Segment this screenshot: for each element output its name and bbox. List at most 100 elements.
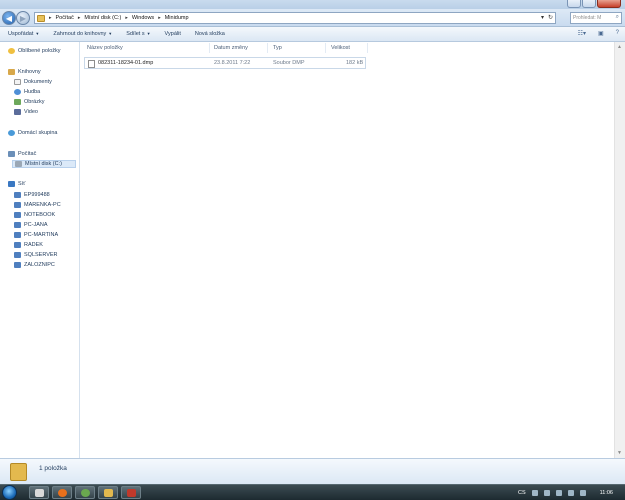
breadcrumb: ▸ Počítač ▸ Místní disk (C:) ▸ Windows ▸…	[49, 15, 189, 21]
breadcrumb-minidump[interactable]: Minidump	[165, 15, 189, 21]
maximize-button[interactable]	[582, 0, 596, 8]
navigation-bar: ◀ ▶ ▸ Počítač ▸ Místní disk (C:) ▸ Windo…	[0, 9, 625, 27]
nav-item-pictures[interactable]: Obrázky	[14, 99, 44, 105]
window-titlebar	[0, 0, 625, 9]
column-divider[interactable]	[267, 43, 268, 53]
nav-item-music[interactable]: Hudba	[14, 89, 40, 95]
chevron-right-icon: ▸	[49, 15, 52, 21]
breadcrumb-computer[interactable]: Počítač	[56, 15, 74, 21]
arrow-left-icon: ◀	[5, 13, 13, 23]
computer-icon	[8, 151, 15, 157]
network-icon[interactable]	[543, 489, 550, 496]
command-bar: Uspořádat ▼ Zahrnout do knihovny ▼ Sdílet …	[0, 27, 625, 42]
volume-icon[interactable]	[567, 489, 574, 496]
nav-item-computer[interactable]: SQLSERVER	[14, 252, 58, 258]
back-button[interactable]: ◀	[2, 11, 16, 25]
nav-item-computer[interactable]: ZALOZNIPC	[14, 262, 55, 268]
include-in-library-menu[interactable]: Zahrnout do knihovny ▼	[53, 31, 112, 37]
forward-button[interactable]: ▶	[16, 11, 30, 25]
column-divider[interactable]	[367, 43, 368, 53]
search-icon[interactable]: ⌕	[616, 14, 619, 21]
table-row[interactable]: 082311-18234-01.dmp 23.8.2011 7:22 Soubo…	[84, 57, 366, 69]
nav-item-computer[interactable]: NOTEBOOK	[14, 212, 55, 218]
address-bar[interactable]: ▸ Počítač ▸ Místní disk (C:) ▸ Windows ▸…	[34, 12, 556, 24]
folder-icon	[37, 14, 45, 22]
minimize-button[interactable]	[567, 0, 581, 8]
taskbar-app-program[interactable]	[121, 486, 141, 499]
nav-item-video[interactable]: Video	[14, 109, 38, 115]
nav-network[interactable]: Síť	[8, 181, 25, 187]
pictures-icon	[14, 99, 21, 105]
search-input[interactable]: Prohledat: M ⌕	[570, 12, 622, 24]
nav-item-local-disk[interactable]: Místní disk (C:)	[12, 160, 76, 168]
column-divider[interactable]	[209, 43, 210, 53]
nav-libraries[interactable]: Knihovny	[8, 69, 41, 75]
address-controls: ▾ ↻	[541, 14, 553, 21]
column-divider[interactable]	[325, 43, 326, 53]
network-computer-icon	[14, 222, 21, 228]
taskbar-app-media[interactable]	[75, 486, 95, 499]
folder-icon	[10, 463, 27, 481]
column-header-name[interactable]: Název položky	[87, 45, 123, 51]
breadcrumb-local-disk[interactable]: Místní disk (C:)	[84, 15, 121, 21]
taskbar-app-firefox[interactable]	[52, 486, 72, 499]
video-icon	[14, 109, 21, 115]
new-folder-button[interactable]: Nová složka	[195, 31, 225, 37]
nav-item-label: RADEK	[24, 242, 43, 248]
nav-computer-label: Počítač	[18, 151, 37, 157]
clock[interactable]: 11:06	[600, 490, 613, 496]
hard-disk-icon	[15, 161, 22, 167]
nav-item-label: NOTEBOOK	[24, 212, 56, 218]
taskbar-app-explorer[interactable]	[29, 486, 49, 499]
organize-menu[interactable]: Uspořádat ▼	[8, 31, 39, 37]
column-header-type[interactable]: Typ	[273, 45, 282, 51]
homegroup-icon	[8, 130, 15, 136]
taskbar: CS 11:06	[0, 484, 625, 500]
preview-pane-icon[interactable]: ▣	[598, 30, 604, 37]
help-icon[interactable]	[531, 489, 538, 496]
app-icon	[127, 489, 136, 497]
nav-item-computer[interactable]: RADEK	[14, 242, 43, 248]
nav-item-label: Místní disk (C:)	[25, 161, 62, 167]
refresh-icon[interactable]: ↻	[548, 14, 553, 21]
tray-app-icon[interactable]	[579, 489, 586, 496]
system-tray: CS 11:06	[518, 485, 623, 500]
history-dropdown-icon[interactable]: ▾	[541, 14, 544, 21]
column-header-size[interactable]: Velikost	[331, 45, 350, 51]
close-button[interactable]	[597, 0, 621, 8]
nav-item-computer[interactable]: EP999488	[14, 192, 50, 198]
breadcrumb-windows[interactable]: Windows	[132, 15, 154, 21]
nav-item-label: MARENKA-PC	[24, 202, 61, 208]
library-icon	[8, 69, 15, 75]
nav-item-computer[interactable]: PC-MARTINA	[14, 232, 58, 238]
view-options-icon[interactable]: ☷▾	[578, 30, 586, 37]
nav-item-documents[interactable]: Dokumenty	[14, 79, 52, 85]
file-size: 182 kB	[346, 60, 364, 66]
network-computer-icon	[14, 252, 21, 258]
help-icon[interactable]: ?	[616, 30, 619, 37]
chevron-right-icon: ▸	[77, 15, 81, 21]
navigation-pane: Oblíbené položky Knihovny Dokumenty Hudb…	[0, 42, 80, 458]
scroll-up-icon[interactable]: ▲	[617, 44, 622, 50]
taskbar-app-folders[interactable]	[98, 486, 118, 499]
language-indicator[interactable]: CS	[518, 490, 526, 496]
scroll-down-icon[interactable]: ▼	[617, 450, 622, 456]
vertical-scrollbar[interactable]: ▲ ▼	[614, 42, 625, 458]
nav-item-label: EP999488	[24, 192, 50, 198]
nav-item-computer[interactable]: MARENKA-PC	[14, 202, 61, 208]
share-with-menu[interactable]: Sdílet s ▼	[126, 31, 150, 37]
chevron-down-icon: ▼	[146, 31, 151, 36]
nav-item-label: Dokumenty	[24, 79, 52, 85]
nav-homegroup[interactable]: Domácí skupina	[8, 130, 57, 136]
nav-item-label: Obrázky	[24, 99, 45, 105]
nav-libraries-label: Knihovny	[18, 69, 41, 75]
nav-favorites[interactable]: Oblíbené položky	[8, 48, 61, 54]
nav-item-computer[interactable]: PC-JANA	[14, 222, 48, 228]
column-header-date[interactable]: Datum změny	[214, 45, 248, 51]
burn-button[interactable]: Vypálit	[165, 31, 181, 37]
nav-computer[interactable]: Počítač	[8, 151, 36, 157]
network-computer-icon	[14, 262, 21, 268]
start-button[interactable]	[2, 485, 17, 500]
include-label: Zahrnout do knihovny	[53, 31, 107, 37]
flag-icon[interactable]	[555, 489, 562, 496]
